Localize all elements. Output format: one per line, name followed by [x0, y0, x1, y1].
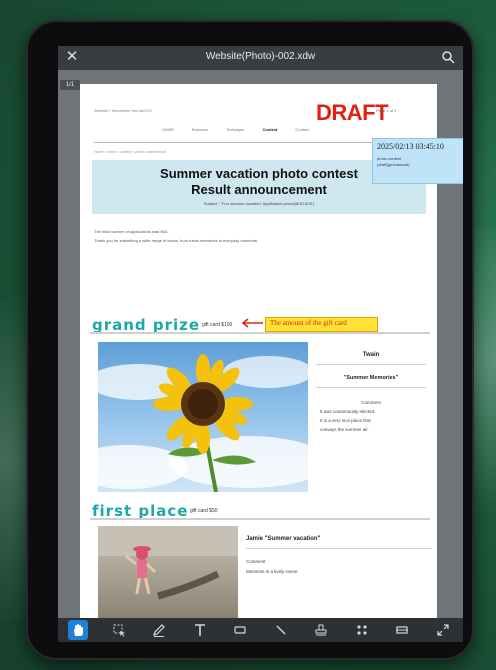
first-place-winner-work: Jamie "Summer vacation" — [246, 536, 321, 542]
search-icon[interactable] — [441, 50, 455, 64]
nav-item-contest: Contest — [262, 127, 278, 132]
line-icon[interactable] — [271, 620, 291, 640]
first-place-comment-label: Comment — [246, 559, 266, 564]
first-place-heading: first place gift card $50 — [90, 502, 430, 520]
text-icon[interactable] — [190, 620, 210, 640]
intro-line-2: Thank you for submitting a wide range of… — [94, 238, 259, 243]
nav-item-business: Business — [192, 127, 209, 132]
stamp-icon[interactable] — [311, 620, 331, 640]
divider — [316, 387, 426, 388]
annotation-user: photo contest — [377, 156, 402, 161]
grand-prize-gift: gift card $100 — [202, 322, 233, 328]
grand-prize-details: Twain "Summer Memories" Comment It was u… — [316, 348, 426, 432]
annotation-toolbar — [58, 618, 463, 642]
sunflower-photo — [98, 342, 308, 492]
section-divider — [90, 332, 430, 334]
page-indicator: 1/1 — [60, 80, 80, 90]
timestamp-annotation[interactable]: 2025/02/13 03:45:10 photo contest (draft… — [372, 138, 463, 184]
nav-item-home: HOME — [162, 127, 174, 132]
grand-prize-comment-label: Comment — [361, 400, 381, 405]
title-bar: ✕ Website(Photo)-002.xdw — [58, 46, 463, 70]
hand-icon[interactable] — [68, 620, 89, 640]
grand-prize-comment-line: It was unanimously elected. — [320, 409, 376, 414]
frame-icon[interactable] — [392, 620, 412, 640]
first-place-details: Jamie "Summer vacation" Comment Moments … — [246, 536, 432, 574]
expand-icon[interactable] — [433, 620, 453, 640]
grand-prize-comment-line: conveys the summer air. — [320, 427, 369, 432]
annotation-text: The amount of the gift card — [270, 319, 347, 327]
grand-prize-winner: Twain — [362, 352, 380, 358]
annotation-arrow-icon[interactable] — [240, 318, 264, 328]
grid-icon[interactable] — [352, 620, 372, 640]
select-icon[interactable] — [109, 620, 129, 640]
divider — [246, 548, 432, 549]
grand-prize-comment-line: It is a very nice piece that — [320, 418, 371, 423]
site-nav: HOME Business Technique Contest Contact — [160, 126, 311, 133]
first-place-comment-line: Moments in a lively scene — [246, 569, 298, 574]
contest-subject: Subject : "Fun summer vacation" Applicat… — [203, 201, 315, 206]
first-place-gift: gift card $50 — [190, 508, 218, 514]
breadcrumb: Home > event > contest > photo contest/r… — [94, 150, 166, 154]
section-divider — [90, 518, 430, 520]
page-info: Page 1 of 2 — [376, 108, 397, 113]
pen-icon[interactable] — [149, 620, 169, 640]
nav-item-technique: Technique — [226, 127, 245, 132]
rectangle-icon[interactable] — [230, 620, 250, 640]
divider — [316, 364, 426, 365]
annotation-note[interactable]: The amount of the gift card — [265, 317, 378, 332]
annotation-timestamp: 2025/02/13 03:45:10 — [377, 142, 444, 151]
draft-stamp[interactable]: DRAFT — [316, 100, 389, 126]
intro-line-1: The total number of applications was 963… — [94, 229, 169, 234]
beach-photo — [98, 526, 238, 618]
grand-prize-work: "Summer Memories" — [343, 375, 399, 381]
annotation-note-text: (draft)(provisional) — [377, 162, 410, 167]
nav-item-contact: Contact — [295, 127, 310, 132]
page-subtitle-heading: Result announcement — [191, 182, 327, 197]
site-name: Website / Newsletter format2022 — [94, 108, 152, 113]
document-title: Website(Photo)-002.xdw — [205, 51, 316, 62]
tablet-screen: ✕ Website(Photo)-002.xdw 1/1 Website / N… — [58, 46, 463, 642]
